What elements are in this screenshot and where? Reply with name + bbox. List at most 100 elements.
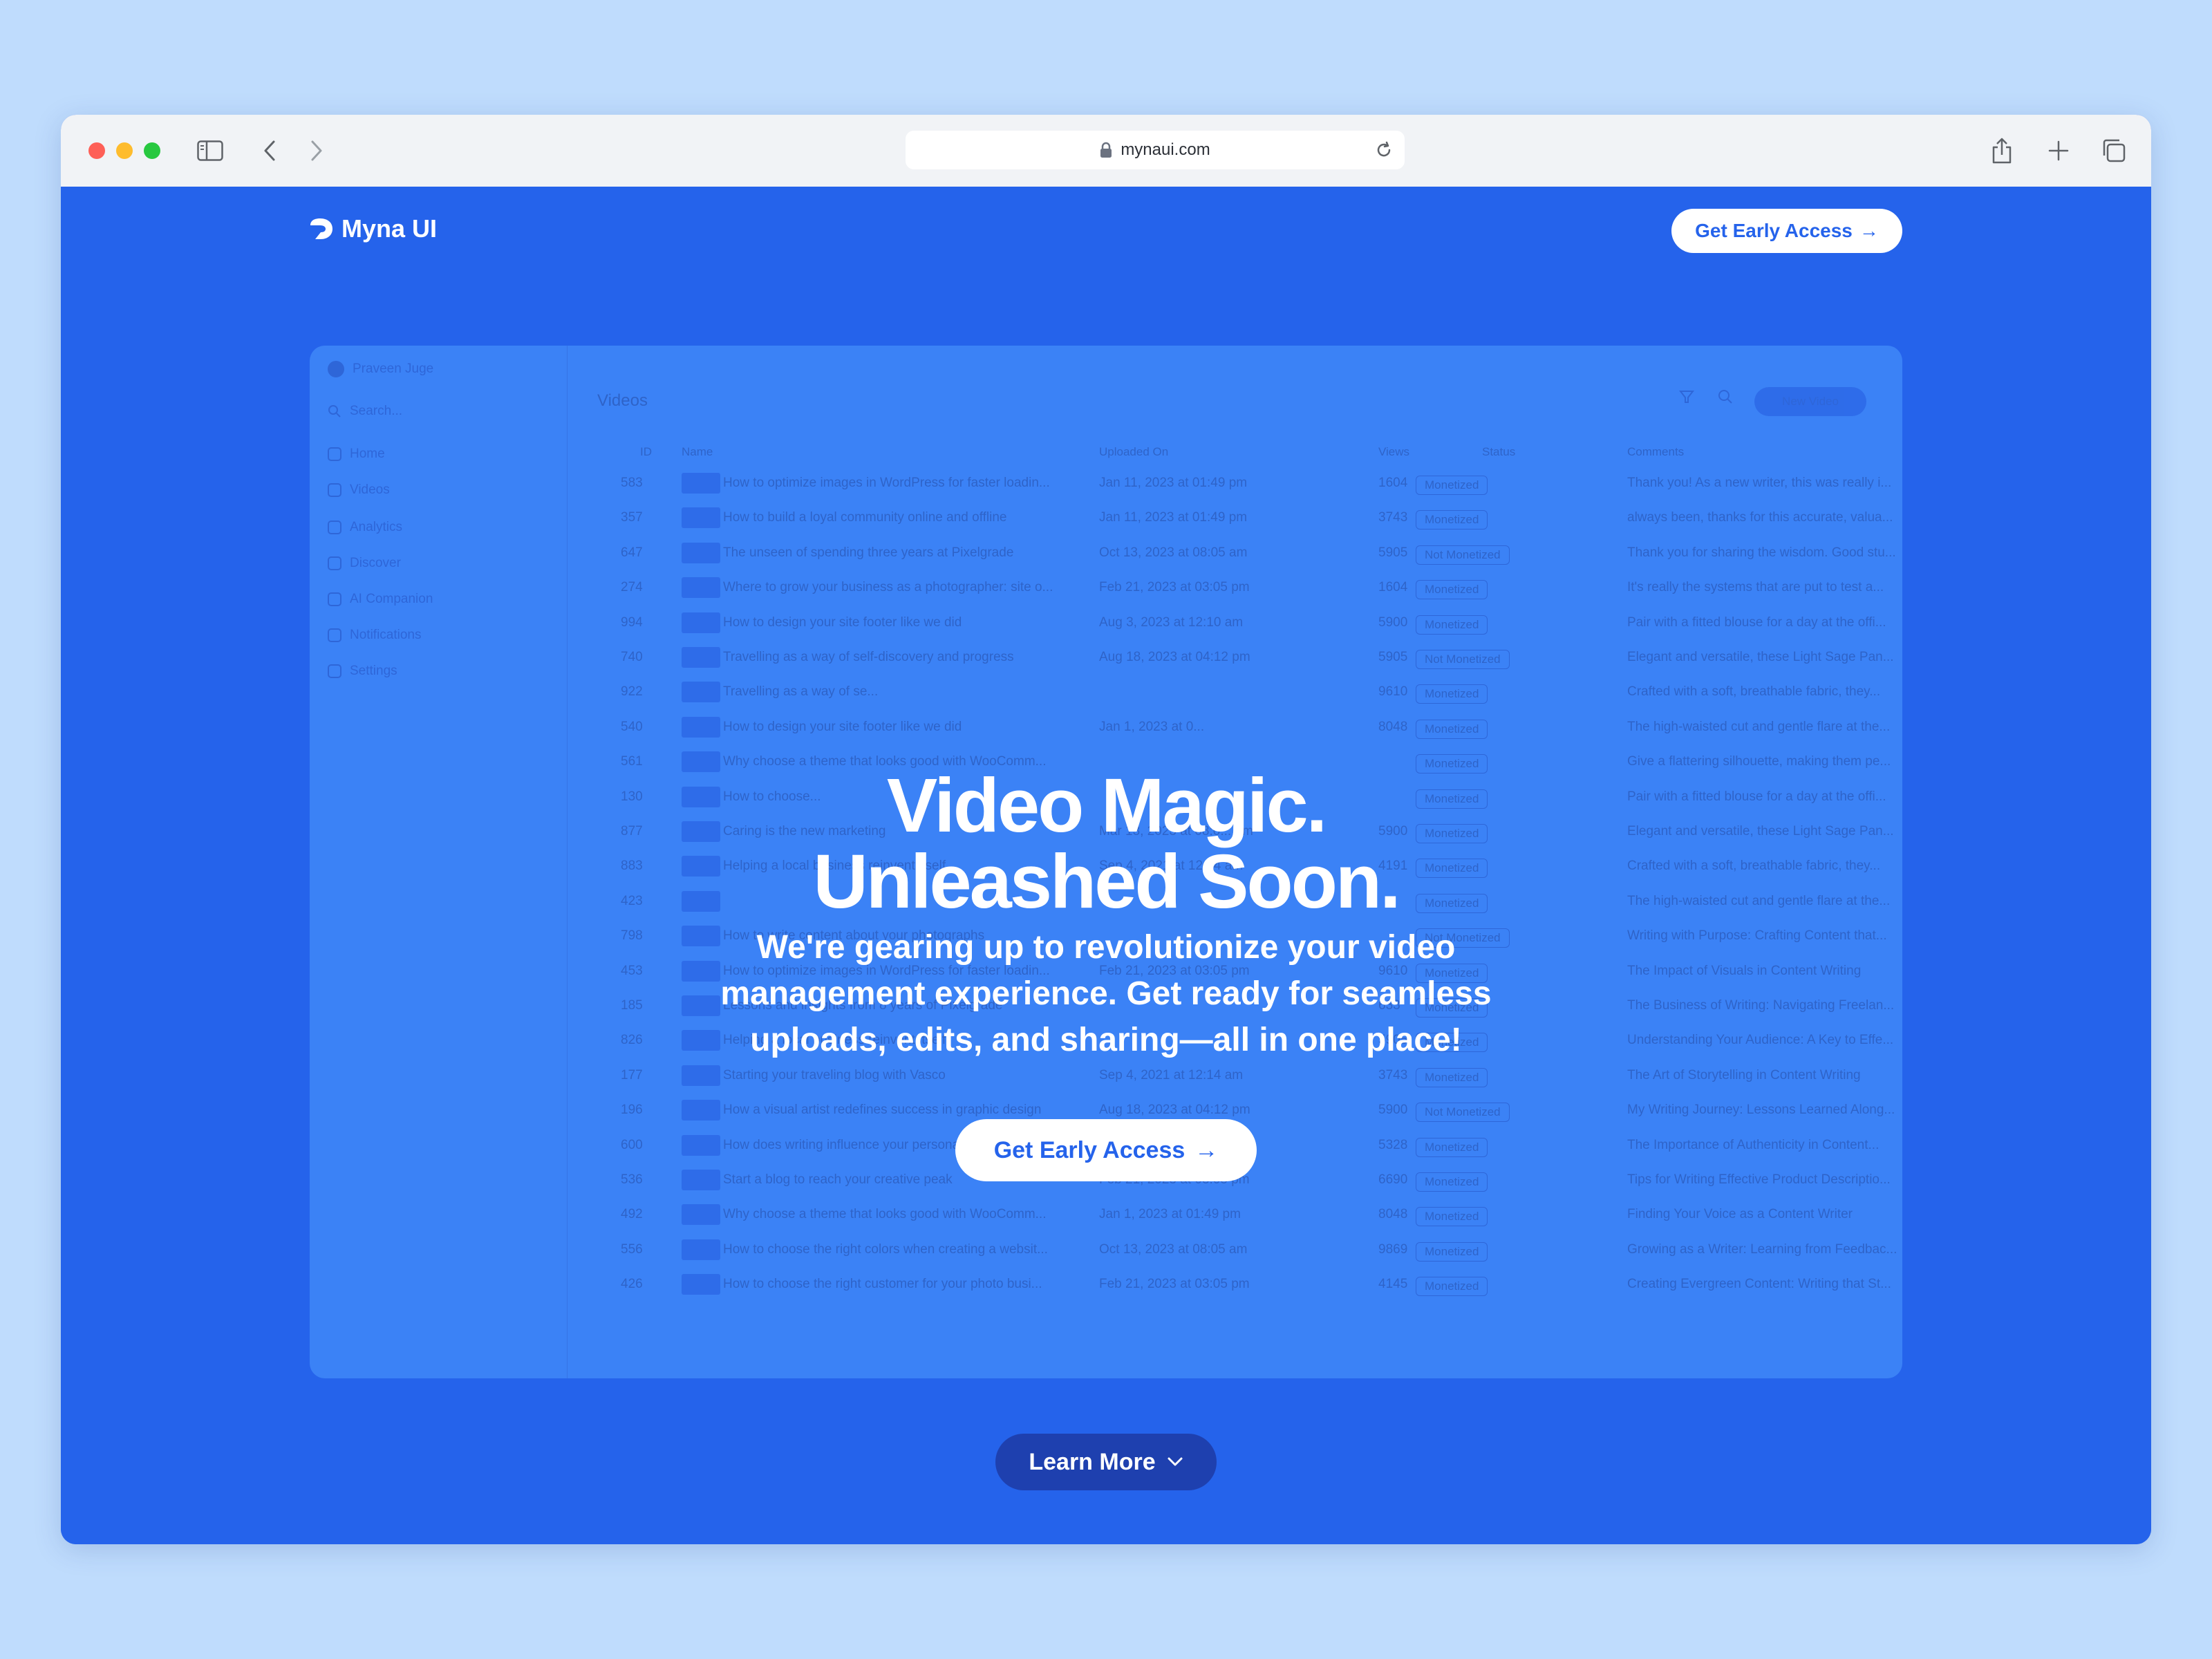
forward-icon[interactable] xyxy=(303,137,330,165)
status-badge: Monetized xyxy=(1416,476,1488,495)
cell-name: How to optimize images in WordPress for … xyxy=(723,476,1050,490)
preview-nav-label: Analytics xyxy=(350,520,403,534)
video-icon xyxy=(328,483,341,497)
myna-logo-icon xyxy=(308,217,335,241)
table-row: 426 How to choose the right customer for … xyxy=(593,1267,1891,1302)
video-thumbnail xyxy=(682,1100,720,1121)
reload-icon[interactable] xyxy=(1374,140,1394,160)
cell-id: 994 xyxy=(621,615,643,630)
gear-icon xyxy=(328,664,341,678)
learn-more-button[interactable]: Learn More xyxy=(995,1434,1217,1490)
video-thumbnail xyxy=(682,507,720,529)
cell-date: Oct 13, 2023 at 08:05 am xyxy=(1099,1241,1248,1257)
cell-comment: Thank you! As a new writer, this was rea… xyxy=(1627,476,1892,490)
address-bar[interactable]: mynaui.com xyxy=(906,131,1405,169)
video-thumbnail xyxy=(682,1065,720,1086)
preview-search: Search... xyxy=(328,404,402,419)
preview-new-video-label: New Video xyxy=(1782,395,1839,408)
table-row: 357 How to build a loyal community online… xyxy=(593,500,1893,535)
preview-nav-settings: Settings xyxy=(328,664,397,679)
browser-toolbar: mynaui.com xyxy=(61,115,2151,187)
cell-comment: Pair with a fitted blouse for a day at t… xyxy=(1627,615,1886,630)
col-header-status: Status xyxy=(1482,445,1516,458)
preview-nav-discover: Discover xyxy=(328,556,401,571)
share-icon[interactable] xyxy=(1988,135,2016,166)
cell-views: 8048 xyxy=(1378,719,1408,734)
table-row: 492 Why choose a theme that looks good wi… xyxy=(593,1197,1879,1232)
cell-id: 196 xyxy=(621,1103,643,1118)
home-icon xyxy=(328,447,341,461)
minimize-window-button[interactable] xyxy=(116,142,133,159)
cell-name: The unseen of spending three years at Pi… xyxy=(723,545,1014,560)
video-thumbnail xyxy=(682,716,720,738)
chevron-down-icon xyxy=(1167,1456,1183,1468)
cell-comment: My Writing Journey: Lessons Learned Alon… xyxy=(1627,1103,1895,1118)
cell-name: Starting your traveling blog with Vasco xyxy=(723,1067,946,1082)
cell-id: 492 xyxy=(621,1207,643,1222)
video-thumbnail xyxy=(682,577,720,599)
cell-comment: Crafted with a soft, breathable fabric, … xyxy=(1627,684,1881,700)
back-icon[interactable] xyxy=(256,137,283,165)
maximize-window-button[interactable] xyxy=(144,142,160,159)
cell-id: 600 xyxy=(621,1137,643,1152)
tabs-icon[interactable] xyxy=(2100,137,2128,165)
video-thumbnail xyxy=(682,1204,720,1226)
preview-new-video-button: New Video xyxy=(1754,387,1866,416)
cell-comment: It's really the systems that are put to … xyxy=(1627,580,1884,595)
cell-name: How to choose the right customer for you… xyxy=(723,1277,1042,1292)
brand-logo[interactable]: Myna UI xyxy=(308,214,437,243)
cell-id: 740 xyxy=(621,650,643,664)
cell-id: 177 xyxy=(621,1067,643,1082)
hero-cta-label: Get Early Access xyxy=(993,1136,1185,1163)
close-window-button[interactable] xyxy=(88,142,105,159)
avatar xyxy=(328,361,344,377)
hero-get-early-access-button[interactable]: Get Early Access → xyxy=(955,1119,1257,1181)
browser-window: mynaui.com Myna UI Get Early Access → Pr… xyxy=(61,115,2151,1544)
cell-comment: Thank you for sharing the wisdom. Good s… xyxy=(1627,545,1896,560)
status-badge: Monetized xyxy=(1416,1207,1488,1227)
cell-comment: The Importance of Authenticity in Conten… xyxy=(1627,1137,1880,1152)
new-tab-icon[interactable] xyxy=(2045,137,2072,165)
video-thumbnail xyxy=(682,1274,720,1295)
preview-nav-label: Discover xyxy=(350,556,401,570)
preview-title: Videos xyxy=(597,391,648,410)
cell-id: 357 xyxy=(621,510,643,525)
cell-comment: The Art of Storytelling in Content Writi… xyxy=(1627,1067,1861,1082)
video-thumbnail xyxy=(682,682,720,703)
table-row: 922 Travelling as a way of se... 9610 Craft… xyxy=(593,675,1880,709)
status-badge: Monetized xyxy=(1416,580,1488,600)
cell-date: Feb 21, 2023 at 03:05 pm xyxy=(1099,580,1250,595)
sparkle-icon xyxy=(328,592,341,606)
cell-date: Sep 4, 2021 at 12:14 am xyxy=(1099,1067,1244,1082)
analytics-icon xyxy=(328,521,341,534)
cell-name: How a visual artist redefines success in… xyxy=(723,1103,1042,1118)
header-cta-label: Get Early Access xyxy=(1695,220,1853,241)
cell-date: Aug 3, 2023 at 12:10 am xyxy=(1099,615,1244,630)
hero-subtitle-line-2: management experience. Get ready for sea… xyxy=(720,975,1492,1012)
table-row: 994 How to design your site footer like w… xyxy=(593,606,1886,640)
preview-nav-analytics: Analytics xyxy=(328,520,402,535)
video-thumbnail xyxy=(682,542,720,563)
cell-comment: Finding Your Voice as a Content Writer xyxy=(1627,1207,1853,1222)
cell-views: 4145 xyxy=(1378,1277,1408,1292)
cell-views: 3743 xyxy=(1378,510,1408,525)
cell-views: 1604 xyxy=(1378,476,1408,490)
video-thumbnail xyxy=(682,1134,720,1156)
cell-name: How to build a loyal community online an… xyxy=(723,510,1007,525)
video-thumbnail xyxy=(682,647,720,668)
cell-id: 540 xyxy=(621,719,643,734)
status-badge: Monetized xyxy=(1416,510,1488,530)
table-row: 556 How to choose the right colors when c… xyxy=(593,1232,1897,1267)
preview-nav-home: Home xyxy=(328,447,385,462)
table-row: 647 The unseen of spending three years at… xyxy=(593,536,1896,570)
col-header-name: Name xyxy=(682,445,713,458)
filter-icon xyxy=(1678,388,1714,416)
search-icon xyxy=(1717,388,1745,416)
cell-id: 274 xyxy=(621,580,643,595)
cell-views: 5328 xyxy=(1378,1137,1408,1152)
sidebar-icon[interactable] xyxy=(196,137,224,165)
status-badge: Monetized xyxy=(1416,1277,1488,1297)
header-get-early-access-button[interactable]: Get Early Access → xyxy=(1671,209,1902,253)
col-header-id: ID xyxy=(640,445,652,458)
cell-name: How to design your site footer like we d… xyxy=(723,719,962,734)
